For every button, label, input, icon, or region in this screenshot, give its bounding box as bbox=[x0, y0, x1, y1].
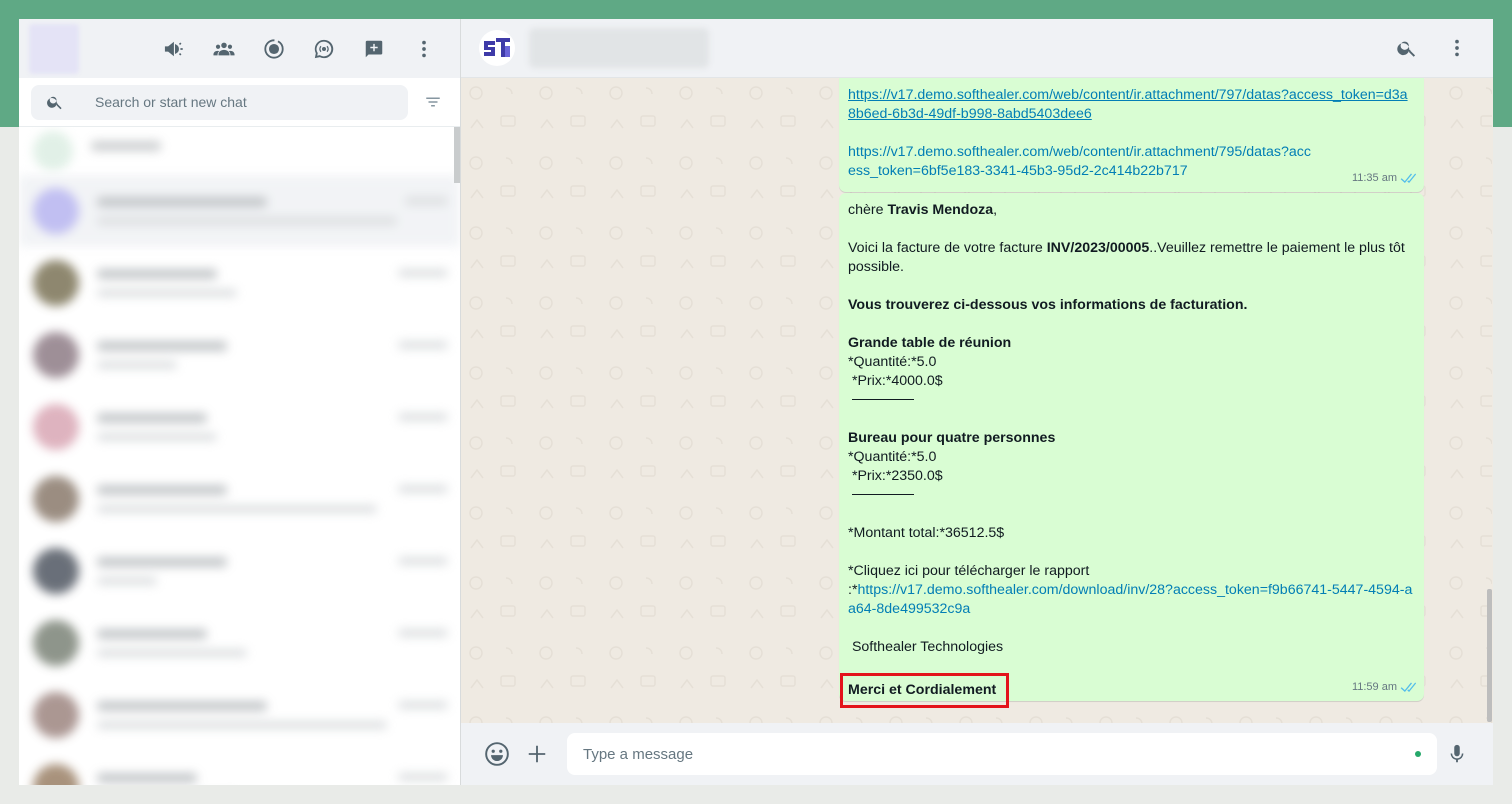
list-item[interactable] bbox=[19, 127, 460, 175]
search-icon[interactable] bbox=[1387, 28, 1427, 68]
profile-avatar[interactable] bbox=[29, 23, 79, 74]
item-separator bbox=[852, 494, 914, 495]
list-item[interactable] bbox=[19, 607, 460, 679]
list-item[interactable] bbox=[19, 391, 460, 463]
message-input-box[interactable] bbox=[567, 733, 1437, 775]
list-item[interactable] bbox=[19, 535, 460, 607]
message-input[interactable] bbox=[583, 745, 1405, 763]
chat-list bbox=[19, 127, 460, 785]
message-bubble-attachments: https://v17.demo.softhealer.com/web/cont… bbox=[839, 78, 1424, 192]
contact-logo[interactable] bbox=[479, 30, 515, 66]
company-name: Softhealer Technologies bbox=[848, 639, 1004, 655]
list-item[interactable] bbox=[19, 751, 460, 785]
channels-icon[interactable] bbox=[154, 29, 194, 69]
filter-icon[interactable] bbox=[418, 87, 448, 117]
status-dot-icon bbox=[1415, 751, 1421, 757]
message-bubble-invoice: chère Travis Mendoza, Voici la facture d… bbox=[839, 193, 1424, 708]
search-box[interactable] bbox=[31, 84, 408, 120]
intro-line: Voici la facture de votre facture INV/20… bbox=[848, 239, 1415, 277]
list-item[interactable] bbox=[19, 679, 460, 751]
softhealer-logo-icon bbox=[484, 38, 510, 57]
menu-icon[interactable] bbox=[404, 29, 444, 69]
list-item[interactable] bbox=[19, 463, 460, 535]
left-header-actions bbox=[144, 29, 444, 69]
chat-list-panel bbox=[19, 19, 461, 785]
item-quantity: *Quantité:*5.0 bbox=[848, 354, 937, 370]
message-scrollbar[interactable] bbox=[1487, 589, 1492, 722]
item-price: *Prix:*4000.0$ bbox=[848, 373, 943, 389]
list-item[interactable] bbox=[19, 319, 460, 391]
search-icon bbox=[47, 96, 62, 110]
search-row bbox=[19, 78, 460, 127]
double-check-icon bbox=[1400, 682, 1416, 692]
conversation-actions bbox=[1377, 28, 1477, 68]
item-quantity: *Quantité:*5.0 bbox=[848, 449, 937, 465]
list-item[interactable] bbox=[19, 175, 460, 247]
channels-chat-icon[interactable] bbox=[304, 29, 344, 69]
download-line: :*https://v17.demo.softhealer.com/downlo… bbox=[848, 581, 1415, 619]
message-time: 11:35 am bbox=[1351, 172, 1397, 184]
left-header bbox=[19, 19, 460, 78]
invoice-number: INV/2023/00005 bbox=[1046, 240, 1150, 256]
list-item[interactable] bbox=[19, 247, 460, 319]
greeting-line: chère Travis Mendoza, bbox=[848, 201, 1415, 220]
whatsapp-window: https://v17.demo.softhealer.com/web/cont… bbox=[19, 19, 1493, 785]
chat-list-scrollbar[interactable] bbox=[454, 127, 460, 183]
emoji-icon[interactable] bbox=[477, 734, 517, 774]
conversation-header bbox=[461, 19, 1493, 78]
greeting-suffix: , bbox=[993, 202, 998, 218]
message-meta: 11:35 am bbox=[1352, 169, 1416, 188]
total-amount: *Montant total:*36512.5$ bbox=[848, 525, 1005, 541]
communities-icon[interactable] bbox=[204, 29, 244, 69]
billing-heading: Vous trouverez ci-dessous vos informatio… bbox=[848, 297, 1248, 313]
attach-plus-icon[interactable] bbox=[517, 734, 557, 774]
item-name: Bureau pour quatre personnes bbox=[848, 430, 1056, 446]
customer-name: Travis Mendoza bbox=[887, 202, 994, 218]
closing-highlight: Merci et Cordialement bbox=[840, 673, 1010, 708]
download-text: *Cliquez ici pour télécharger le rapport bbox=[848, 563, 1090, 579]
message-area: https://v17.demo.softhealer.com/web/cont… bbox=[461, 78, 1493, 723]
conversation-panel: https://v17.demo.softhealer.com/web/cont… bbox=[461, 19, 1493, 785]
message-meta: 11:59 am bbox=[1352, 678, 1416, 697]
new-chat-icon[interactable] bbox=[354, 29, 394, 69]
status-icon[interactable] bbox=[254, 29, 294, 69]
message-time: 11:59 am bbox=[1351, 681, 1397, 693]
intro-prefix: Voici la facture de votre facture bbox=[848, 240, 1047, 256]
greeting-prefix: chère bbox=[848, 202, 888, 218]
double-check-icon bbox=[1400, 173, 1416, 183]
composer-footer bbox=[461, 723, 1493, 785]
microphone-icon[interactable] bbox=[1437, 734, 1477, 774]
item-separator bbox=[852, 399, 914, 400]
closing-text: Merci et Cordialement bbox=[848, 682, 997, 698]
item-price: *Prix:*2350.0$ bbox=[848, 468, 943, 484]
attachment-link-1[interactable]: https://v17.demo.softhealer.com/web/cont… bbox=[848, 86, 1415, 124]
contact-name[interactable] bbox=[529, 28, 709, 68]
search-input[interactable] bbox=[95, 94, 375, 110]
menu-icon[interactable] bbox=[1437, 28, 1477, 68]
attachment-link-2[interactable]: https://v17.demo.softhealer.com/web/cont… bbox=[848, 143, 1318, 181]
download-link[interactable]: https://v17.demo.softhealer.com/download… bbox=[848, 582, 1412, 617]
item-name: Grande table de réunion bbox=[848, 335, 1012, 351]
